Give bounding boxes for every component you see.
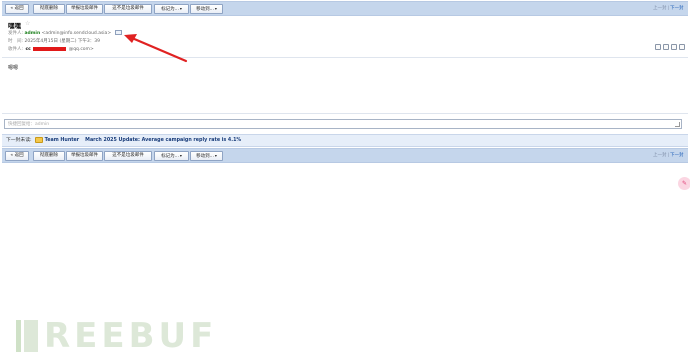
watermark-logo: REEBUF [16, 316, 218, 356]
watermark-text: REEBUF [44, 316, 218, 356]
annotation-arrow [124, 34, 188, 63]
freebuf-logo-icon [16, 320, 38, 352]
